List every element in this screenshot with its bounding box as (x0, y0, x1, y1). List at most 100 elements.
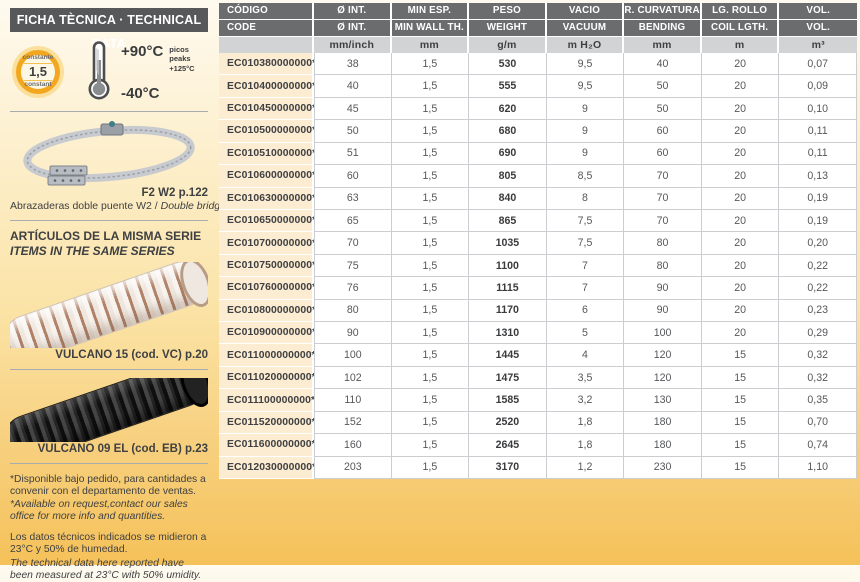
value-cell: 180 (624, 434, 702, 456)
col-header-codigo: CÓDIGO (219, 3, 312, 19)
same-series-heading-es: ARTÍCULOS DE LA MISMA SERIE (10, 229, 201, 243)
value-cell: 50 (624, 75, 702, 97)
value-cell: 15 (702, 367, 780, 389)
col-header-bending: BENDING (624, 20, 700, 36)
sidebar: FICHA TÈCNICA · TECHNICAL DATA constante… (0, 0, 218, 565)
value-cell: 1,5 (392, 165, 470, 187)
value-cell: 1,10 (779, 457, 857, 479)
value-cell: 3,5 (547, 367, 625, 389)
code-cell: EC010650000000* (219, 210, 312, 232)
badge-label-bottom: constant (24, 82, 51, 89)
footnote-availability-en: *Available on request,contact our sales … (10, 499, 208, 523)
value-cell: 840 (469, 188, 547, 210)
value-cell: 90 (314, 322, 392, 344)
col-header-diameter-en: Ø INT. (314, 20, 390, 36)
value-cell: 1,5 (392, 412, 470, 434)
value-cell: 0,19 (779, 210, 857, 232)
value-cell: 530 (469, 53, 547, 75)
value-cell: 40 (314, 75, 392, 97)
value-cell: 1445 (469, 344, 547, 366)
value-cell: 3,2 (547, 389, 625, 411)
col-header-rollo: LG. ROLLO (702, 3, 778, 19)
value-cell: 0,22 (779, 277, 857, 299)
table-row: EC010630000000*631,5840870200,19 (219, 188, 857, 210)
value-cell: 40 (624, 53, 702, 75)
value-cell: 1,5 (392, 120, 470, 142)
value-cell: 1,5 (392, 75, 470, 97)
value-cell: 1035 (469, 232, 547, 254)
same-series-heading: ARTÍCULOS DE LA MISMA SERIE ITEMS IN THE… (10, 229, 208, 258)
value-cell: 1,5 (392, 344, 470, 366)
table-row: EC010800000000*801,51170690200,23 (219, 300, 857, 322)
peaks-value: +125°C (169, 64, 194, 74)
value-cell: 1,5 (392, 457, 470, 479)
value-cell: 680 (469, 120, 547, 142)
value-cell: 0,20 (779, 232, 857, 254)
thermometer-icon (83, 40, 115, 105)
value-cell: 2645 (469, 434, 547, 456)
value-cell: 0,74 (779, 434, 857, 456)
value-cell: 20 (702, 277, 780, 299)
value-cell: 2520 (469, 412, 547, 434)
value-cell: 1,5 (392, 367, 470, 389)
value-cell: 1,8 (547, 412, 625, 434)
value-cell: 152 (314, 412, 392, 434)
value-cell: 60 (314, 165, 392, 187)
value-cell: 65 (314, 210, 392, 232)
code-cell: EC011600000000* (219, 434, 312, 456)
value-cell: 20 (702, 98, 780, 120)
value-cell: 203 (314, 457, 392, 479)
value-cell: 555 (469, 75, 547, 97)
value-cell: 45 (314, 98, 392, 120)
value-cell: 20 (702, 75, 780, 97)
unit-coil-length: m (702, 37, 778, 53)
value-cell: 90 (624, 300, 702, 322)
value-cell: 20 (702, 232, 780, 254)
col-header-min-esp: MIN ESP. (392, 3, 468, 19)
value-cell: 15 (702, 457, 780, 479)
value-cell: 3170 (469, 457, 547, 479)
code-cell: EC010500000000* (219, 120, 312, 142)
col-header-vol: VOL. (779, 3, 857, 19)
value-cell: 1,5 (392, 322, 470, 344)
value-cell: 7 (547, 255, 625, 277)
value-cell: 75 (314, 255, 392, 277)
unit-bending: mm (624, 37, 700, 53)
value-cell: 1310 (469, 322, 547, 344)
table-row: EC010380000000*381,55309,540200,07 (219, 53, 857, 75)
clamp-caption-es: Abrazaderas doble puente W2 (10, 200, 152, 212)
code-cell: EC011100000000* (219, 389, 312, 411)
value-cell: 1,5 (392, 188, 470, 210)
table-units-row: mm/inch mm g/m m H₂O mm m m³ (219, 37, 857, 53)
value-cell: 8 (547, 188, 625, 210)
value-cell: 1,2 (547, 457, 625, 479)
value-cell: 1,5 (392, 389, 470, 411)
value-cell: 63 (314, 188, 392, 210)
value-cell: 1170 (469, 300, 547, 322)
value-cell: 70 (314, 232, 392, 254)
code-cell: EC010510000000* (219, 143, 312, 165)
col-header-vol-en: VOL. (779, 20, 857, 36)
col-header-coil-length: COIL LGTH. (702, 20, 778, 36)
table-row: EC010400000000*401,55559,550200,09 (219, 75, 857, 97)
value-cell: 1475 (469, 367, 547, 389)
table-header-row-primary: CÓDIGO Ø INT. MIN ESP. PESO VACIO R. CUR… (219, 3, 857, 20)
col-header-weight: WEIGHT (469, 20, 545, 36)
value-cell: 15 (702, 412, 780, 434)
table-row: EC010650000000*651,58657,570200,19 (219, 210, 857, 232)
value-cell: 90 (624, 277, 702, 299)
value-cell: 5 (547, 322, 625, 344)
value-cell: 20 (702, 255, 780, 277)
value-cell: 20 (702, 143, 780, 165)
value-cell: 15 (702, 389, 780, 411)
clamp-caption: Abrazaderas doble puente W2 / Double bri… (10, 200, 208, 212)
value-cell: 80 (624, 255, 702, 277)
value-cell: 100 (314, 344, 392, 366)
value-cell: 110 (314, 389, 392, 411)
value-cell: 102 (314, 367, 392, 389)
value-cell: 7,5 (547, 210, 625, 232)
value-cell: 1,5 (392, 53, 470, 75)
code-cell: EC011020000000* (219, 367, 312, 389)
divider (10, 463, 208, 464)
code-cell: EC010750000000* (219, 255, 312, 277)
